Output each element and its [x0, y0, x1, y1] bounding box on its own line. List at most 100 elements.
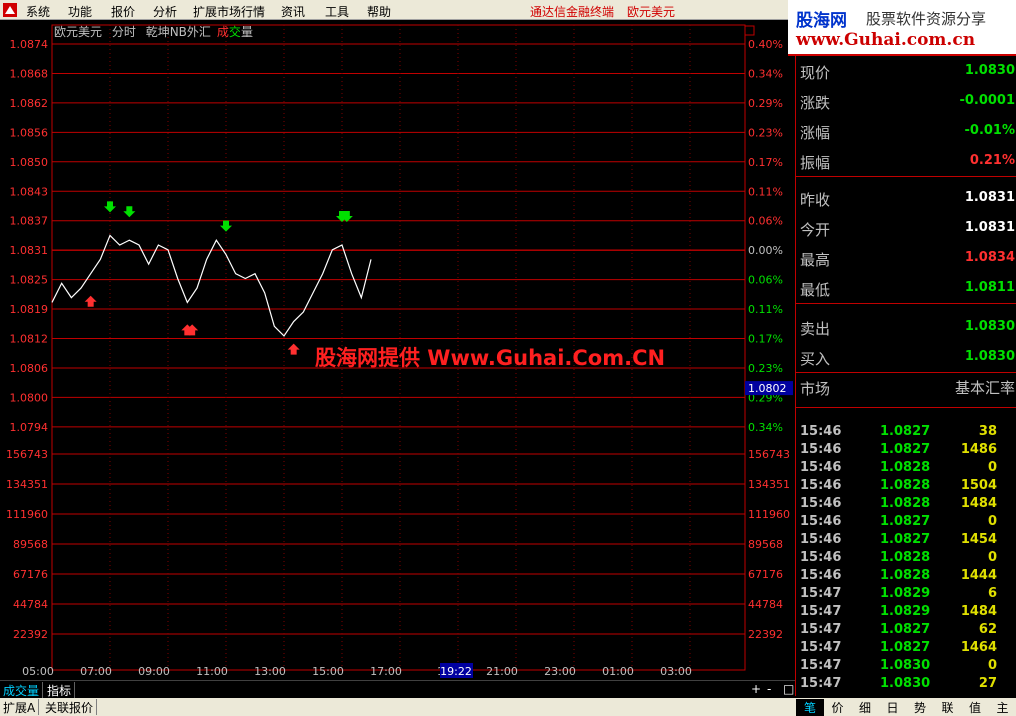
quote-value: 1.0834	[964, 250, 1015, 265]
chart-instrument: 欧元美元	[54, 25, 103, 39]
price-tick-label: 1.0831	[10, 244, 49, 257]
buy-arrow-icon	[84, 295, 97, 307]
tick-price: 1.0827	[880, 514, 931, 529]
tick-row: 15:46 1.0828 1484	[796, 496, 1016, 514]
price-tick-label: 1.0812	[10, 333, 49, 346]
right-tab[interactable]: 势	[906, 699, 934, 716]
quote-label: 振幅	[800, 154, 831, 172]
chart-vol-label-3: 量	[240, 25, 253, 39]
tick-time: 15:46	[800, 478, 842, 493]
tick-volume: 1504	[960, 478, 997, 493]
tick-row: 15:47 1.0827 62	[796, 622, 1016, 640]
pct-tick-label: 0.29%	[748, 97, 783, 110]
tick-price: 1.0828	[880, 496, 931, 511]
chart-vol-label-2: 交	[228, 25, 241, 39]
right-tab[interactable]: 细	[851, 699, 879, 716]
tab-volume[interactable]: 成交量	[0, 682, 44, 698]
pct-tick-label: 0.06%	[748, 274, 783, 287]
tick-time: 15:47	[800, 676, 842, 691]
time-tick-label: 21:00	[486, 665, 518, 678]
tick-row: 15:46 1.0828 1444	[796, 568, 1016, 586]
right-tab[interactable]: 联	[934, 699, 962, 716]
zoom-in-button[interactable]: +	[748, 682, 764, 698]
right-tab[interactable]: 价	[824, 699, 852, 716]
pct-tick-label: 0.23%	[748, 126, 783, 139]
time-tick-label: 07:00	[80, 665, 112, 678]
tick-price: 1.0827	[880, 442, 931, 457]
tick-volume: 1484	[960, 496, 997, 511]
tick-volume: 0	[987, 514, 997, 529]
quote-label: 涨幅	[800, 124, 831, 142]
menu-analysis[interactable]: 分析	[153, 3, 177, 20]
tab-linked-quote[interactable]: 关联报价	[42, 699, 98, 715]
tick-time: 15:46	[800, 496, 842, 511]
menu-function[interactable]: 功能	[68, 3, 92, 20]
menu-info[interactable]: 资讯	[281, 3, 305, 20]
tick-row: 15:46 1.0827 0	[796, 514, 1016, 532]
chart-bottom-tabs: 成交量 指标 + - □	[0, 680, 795, 698]
volume-tick-label: 22392	[13, 628, 48, 641]
volume-tick-label: 134351	[6, 478, 48, 491]
price-tick-label: 1.0825	[10, 274, 49, 287]
tab-ext-a[interactable]: 扩展A	[0, 699, 40, 715]
time-tick-label: 01:00	[602, 665, 634, 678]
tick-row: 15:47 1.0829 6	[796, 586, 1016, 604]
site-name: 股海网	[796, 11, 847, 31]
menu-quote[interactable]: 报价	[111, 3, 135, 20]
tick-price: 1.0827	[880, 640, 931, 655]
pct-tick-label: 0.06%	[748, 215, 783, 228]
quote-label: 买入	[800, 350, 831, 368]
tick-volume: 0	[987, 550, 997, 565]
cursor-time-label: 19:22	[440, 665, 472, 678]
tick-row: 15:46 1.0828 0	[796, 460, 1016, 478]
tick-time: 15:47	[800, 622, 842, 637]
tick-price: 1.0830	[880, 676, 931, 691]
tick-volume: 62	[978, 622, 997, 637]
status-bar: 扩展A 关联报价 笔价细日势联值主	[0, 698, 1016, 716]
volume-tick-label-right: 111960	[748, 508, 790, 521]
tick-time: 15:47	[800, 586, 842, 601]
zoom-out-button[interactable]: -	[764, 682, 774, 698]
volume-tick-label: 44784	[13, 598, 48, 611]
right-tab[interactable]: 主	[989, 699, 1016, 716]
tick-price: 1.0828	[880, 568, 931, 583]
menu-system[interactable]: 系统	[26, 3, 50, 20]
panel-divider	[796, 303, 1016, 304]
tick-time: 15:46	[800, 460, 842, 475]
price-tick-label: 1.0837	[10, 215, 49, 228]
menu-ext-market[interactable]: 扩展市场行情	[193, 3, 265, 20]
market-row: 市场 基本汇率	[796, 372, 1016, 402]
menu-tools[interactable]: 工具	[325, 3, 349, 20]
intraday-chart[interactable]: 1.0874 1.0868 1.0862 1.0856 1.0850 1.0843 1.08…	[0, 20, 795, 680]
price-tick-label: 1.0806	[10, 362, 49, 375]
volume-tick-label-right: 22392	[748, 628, 783, 641]
tick-price: 1.0828	[880, 550, 931, 565]
pct-tick-label: 0.23%	[748, 362, 783, 375]
tick-price: 1.0828	[880, 460, 931, 475]
app-logo-icon	[3, 3, 17, 17]
quote-value: 1.0830	[964, 349, 1015, 364]
right-tab[interactable]: 值	[961, 699, 989, 716]
volume-tick-label-right: 134351	[748, 478, 790, 491]
chart-mode: 分时	[111, 25, 136, 39]
time-tick-label: 03:00	[660, 665, 692, 678]
tick-price: 1.0827	[880, 424, 931, 439]
right-tab[interactable]: 笔	[796, 699, 824, 716]
price-tick-label: 1.0856	[10, 126, 49, 139]
menu-help[interactable]: 帮助	[367, 3, 391, 20]
tick-time: 15:46	[800, 532, 842, 547]
restore-button[interactable]: □	[780, 682, 797, 698]
quote-row: 昨收 1.0831	[796, 183, 1016, 213]
chart-header: 欧元美元 分时 乾坤NB外汇 成交量	[54, 23, 259, 41]
tick-row: 15:46 1.0828 0	[796, 550, 1016, 568]
time-tick-label: 13:00	[254, 665, 286, 678]
quote-label: 卖出	[800, 320, 831, 338]
tick-volume: 6	[987, 586, 997, 601]
tick-price: 1.0827	[880, 622, 931, 637]
price-tick-label: 1.0862	[10, 97, 49, 110]
quote-label: 今开	[800, 221, 831, 239]
right-tab[interactable]: 日	[879, 699, 907, 716]
volume-tick-label: 89568	[13, 538, 48, 551]
tab-indicator[interactable]: 指标	[44, 682, 76, 698]
quote-label: 最高	[800, 251, 831, 269]
